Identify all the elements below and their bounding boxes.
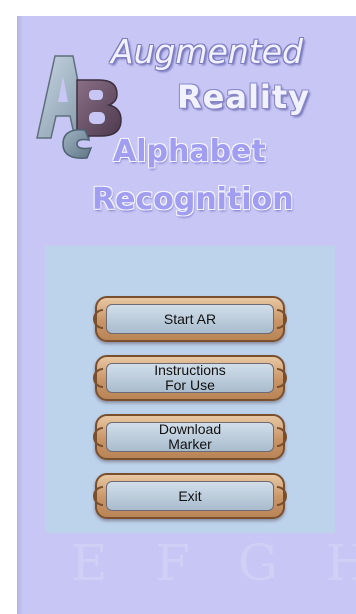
letter-b-shape bbox=[76, 79, 122, 137]
button-ornament-right bbox=[277, 309, 287, 329]
button-ornament-left bbox=[93, 309, 103, 329]
download-marker-button[interactable]: Download Marker bbox=[93, 414, 287, 460]
title-reality: Reality bbox=[177, 78, 311, 116]
download-label-plate: Download Marker bbox=[106, 422, 274, 452]
background-letters-watermark: E F G H bbox=[71, 534, 356, 592]
app-screen: Augmented Reality Alphabet Recognition S… bbox=[17, 16, 356, 614]
start-ar-button[interactable]: Start AR bbox=[93, 296, 287, 342]
edge-shade bbox=[17, 16, 23, 614]
instructions-label-line2: For Use bbox=[165, 377, 215, 393]
letter-c-shape bbox=[62, 129, 93, 159]
button-ornament-left bbox=[93, 427, 103, 447]
exit-label-plate: Exit bbox=[106, 481, 274, 511]
start-ar-label: Start AR bbox=[163, 310, 217, 327]
button-ornament-left bbox=[93, 486, 103, 506]
button-ornament-right bbox=[277, 427, 287, 447]
instructions-label-plate: Instructions For Use bbox=[106, 363, 274, 393]
title-recognition: Recognition bbox=[92, 182, 294, 217]
instructions-label-line1: Instructions bbox=[154, 362, 226, 378]
instructions-button[interactable]: Instructions For Use bbox=[93, 355, 287, 401]
exit-label: Exit bbox=[178, 487, 202, 504]
button-ornament-right bbox=[277, 486, 287, 506]
button-ornament-right bbox=[277, 368, 287, 388]
button-ornament-left bbox=[93, 368, 103, 388]
download-label-line1: Download bbox=[158, 421, 222, 437]
title-alphabet: Alphabet bbox=[113, 134, 266, 169]
main-menu-panel: Start AR Instructions For Use Download M… bbox=[45, 246, 335, 533]
exit-button[interactable]: Exit bbox=[93, 473, 287, 519]
download-label-line2: Marker bbox=[168, 436, 212, 452]
title-augmented: Augmented bbox=[111, 32, 303, 71]
start-ar-label-plate: Start AR bbox=[106, 304, 274, 334]
